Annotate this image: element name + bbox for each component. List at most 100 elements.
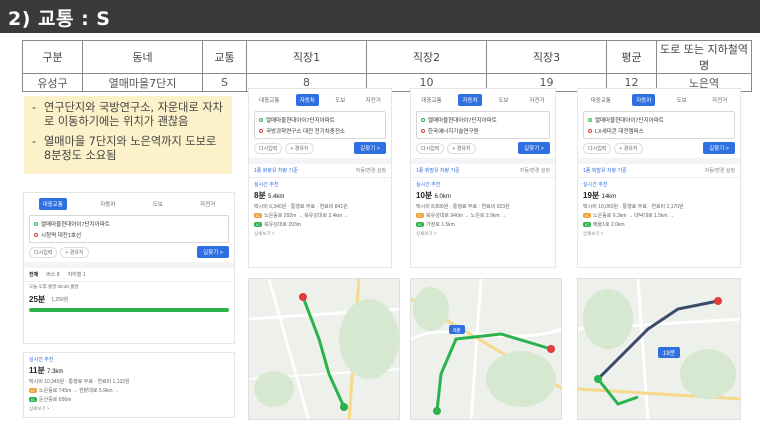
mode-car-tab[interactable]: 자동차	[96, 198, 119, 210]
route-distance: 5.4km	[268, 194, 285, 200]
mode-public-tab[interactable]: 대중교통	[587, 94, 615, 106]
note-item: - 연구단지와 국방연구소, 자운대로 자차로 이동하기에는 위치가 괜찮음	[32, 101, 223, 128]
sort-row: 1종 휘발유 차량 기준 자동/변경 설정	[411, 164, 555, 178]
road-tag-icon: IC	[416, 222, 424, 227]
tab-all[interactable]: 전체	[29, 271, 38, 278]
route-path: IC 노은동로 745m → 한밭대로 5.9km →	[29, 387, 229, 394]
route-map-2[interactable]: 8분	[410, 278, 562, 420]
sort-setting[interactable]: 자동/변경 설정	[520, 167, 550, 174]
mode-public-tab[interactable]: 대중교통	[38, 198, 67, 210]
route-time: 8분 5.4km	[254, 190, 386, 201]
search-route-button[interactable]: 길찾기 >	[518, 142, 550, 154]
mode-car-tab[interactable]: 자동차	[632, 94, 656, 106]
mode-public-tab[interactable]: 대중교통	[417, 94, 445, 106]
destination-field[interactable]: 국방과학연구소 대전 전기차충전소	[259, 125, 381, 136]
search-route-button[interactable]: 길찾기 >	[354, 142, 386, 154]
transit-progress-fill	[29, 308, 229, 312]
mode-walk-tab[interactable]: 도보	[331, 94, 349, 106]
table-header: 구분	[22, 40, 83, 74]
mode-walk-tab[interactable]: 도보	[494, 94, 512, 106]
destination-dot-icon	[421, 128, 425, 133]
mode-public-tab[interactable]: 대중교통	[255, 94, 283, 106]
route-item[interactable]: 실시간 추천 19분 14km 택시비 16,060원 · 통행료 무료 · 연…	[578, 178, 740, 240]
car-route-card-2: 대중교통 자동차 도보 자전거 열매마을현대아이7단지아파트 한국에너지기술연구…	[410, 88, 556, 268]
route-item[interactable]: 실시간 추천 10분 6.0km 택시비 8,800원 · 통행료 무료 · 연…	[411, 178, 555, 240]
detail-link[interactable]: 상세보기 >	[254, 231, 386, 237]
reset-button[interactable]: 다시입력	[254, 142, 283, 154]
sort-setting[interactable]: 자동/변경 설정	[356, 167, 386, 174]
origin-field[interactable]: 열매마을현대아이7단지아파트	[34, 218, 224, 229]
route-time: 10분 6.0km	[416, 190, 550, 201]
sort-row: 1종 휘발유 차량 기준 자동/변경 설정	[578, 164, 740, 178]
detail-link[interactable]: 상세보기 >	[416, 231, 550, 237]
tab-bus[interactable]: 버스 8	[46, 271, 59, 278]
transit-fare: 1,250원	[51, 297, 69, 303]
destination-field[interactable]: LX세미콘 대전캠퍼스	[588, 125, 730, 136]
route-fare: 택시비 8,800원 · 통행료 무료 · 연료비 923원	[416, 204, 510, 210]
road-tag-icon: IC	[29, 388, 37, 393]
mode-walk-tab[interactable]: 도보	[673, 94, 691, 106]
origin-field[interactable]: 열매마을현대아이7단지아파트	[259, 114, 381, 125]
reset-button[interactable]: 다시입력	[416, 142, 445, 154]
route-actions: 다시입력 + 경유지 길찾기 >	[254, 142, 386, 154]
notes-box: - 연구단지와 국방연구소, 자운대로 자차로 이동하기에는 위치가 괜찮음 -열…	[24, 96, 232, 174]
transit-time: 25분	[29, 295, 46, 304]
mode-bike-tab[interactable]: 자전거	[525, 94, 548, 106]
add-waypoint-button[interactable]: + 경유지	[447, 142, 476, 154]
title-bar: 2) 교통 : S	[0, 0, 760, 33]
route-map-1[interactable]	[248, 278, 400, 420]
road-tag-icon: IC	[583, 213, 591, 218]
route-item[interactable]: 실시간 추천 8분 5.4km 택시비 6,340원 · 통행료 무료 · 연료…	[249, 178, 391, 240]
route-path-text: 북유성대로 293m	[264, 222, 301, 228]
route-inputs: 열매마을현대아이7단지아파트 LX세미콘 대전캠퍼스	[583, 111, 735, 139]
tab-subway[interactable]: 지하철 1	[68, 271, 86, 278]
destination-dot-icon	[259, 128, 263, 133]
mode-bike-tab[interactable]: 자전거	[708, 94, 731, 106]
mode-car-tab[interactable]: 자동차	[295, 94, 319, 106]
add-waypoint-button[interactable]: + 경유지	[614, 142, 643, 154]
mode-tabs: 대중교통 자동차 도보 자전거	[24, 196, 234, 212]
add-waypoint-button[interactable]: + 경유지	[285, 142, 314, 154]
vehicle-basis[interactable]: 1종 휘발유 차량 기준	[416, 167, 460, 174]
route-path-text: 북유성대로 946m → 노은로 2.9km →	[426, 213, 506, 219]
destination-marker-icon	[547, 345, 555, 353]
road-tag-icon: IC	[29, 397, 37, 402]
detail-link[interactable]: 상세보기 >	[29, 406, 229, 412]
destination-dot-icon	[34, 232, 38, 237]
reset-button[interactable]: 다시입력	[583, 142, 612, 154]
table-cell: S	[202, 73, 247, 92]
table-header-row: 구분 동네 교통 직장1 직장2 직장3 평균 도로 또는 지하철역 명	[22, 40, 752, 74]
destination-field[interactable]: 한국에너지기술연구원	[421, 125, 545, 136]
origin-field[interactable]: 열매마을현대아이7단지아파트	[421, 114, 545, 125]
reset-button[interactable]: 다시입력	[29, 246, 58, 258]
vehicle-basis[interactable]: 1종 화랑유 차량 기준	[254, 167, 298, 174]
detail-link[interactable]: 상세보기 >	[583, 231, 735, 237]
note-text: 열매마을 7단지와 노은역까지 도보로 8분정도 소요됨	[44, 135, 217, 162]
recommend-label: 실시간 추천	[416, 182, 441, 188]
route-result-card[interactable]: 실시간 추천 11분 7.3km 택시비 10,340원 · 통행료 무료 · …	[23, 352, 235, 418]
search-route-button[interactable]: 길찾기 >	[703, 142, 735, 154]
route-map-3[interactable]: 19분	[577, 278, 741, 420]
origin-dot-icon	[259, 117, 263, 122]
search-route-button[interactable]: 길찾기 >	[197, 246, 229, 258]
transit-route-item[interactable]: 25분 1,250원	[24, 292, 234, 317]
mode-walk-tab[interactable]: 도보	[149, 198, 167, 210]
departure-time[interactable]: 오늘 오후 출발 08:30 출발	[24, 282, 234, 292]
mode-bike-tab[interactable]: 자전거	[196, 198, 219, 210]
route-path-text: 노은동로 292m → 북유성대로 3.4km →	[264, 213, 349, 219]
destination-field[interactable]: 시청역 대전1호선	[34, 229, 224, 240]
route-inputs: 열매마을현대아이7단지아파트 한국에너지기술연구원	[416, 111, 550, 139]
route-path-text: 가정로 1.5km	[426, 222, 455, 228]
route-fare: 택시비 6,340원 · 통행료 무료 · 연료비 841원	[254, 204, 348, 210]
sort-setting[interactable]: 자동/변경 설정	[705, 167, 735, 174]
mode-car-tab[interactable]: 자동차	[458, 94, 482, 106]
table-cell: 열매마을7단지	[82, 73, 203, 92]
origin-field[interactable]: 열매마을현대아이7단지아파트	[588, 114, 730, 125]
route-path: IC 북유성대로 293m	[254, 221, 386, 228]
route-time: 11분 7.3km	[29, 365, 229, 376]
vehicle-basis[interactable]: 1종 휘발유 차량 기준	[583, 167, 627, 174]
mode-bike-tab[interactable]: 자전거	[362, 94, 385, 106]
table-header: 동네	[82, 40, 203, 74]
route-path: IC 배울1로 2.0km	[583, 221, 735, 228]
add-waypoint-button[interactable]: + 경유지	[60, 246, 89, 258]
